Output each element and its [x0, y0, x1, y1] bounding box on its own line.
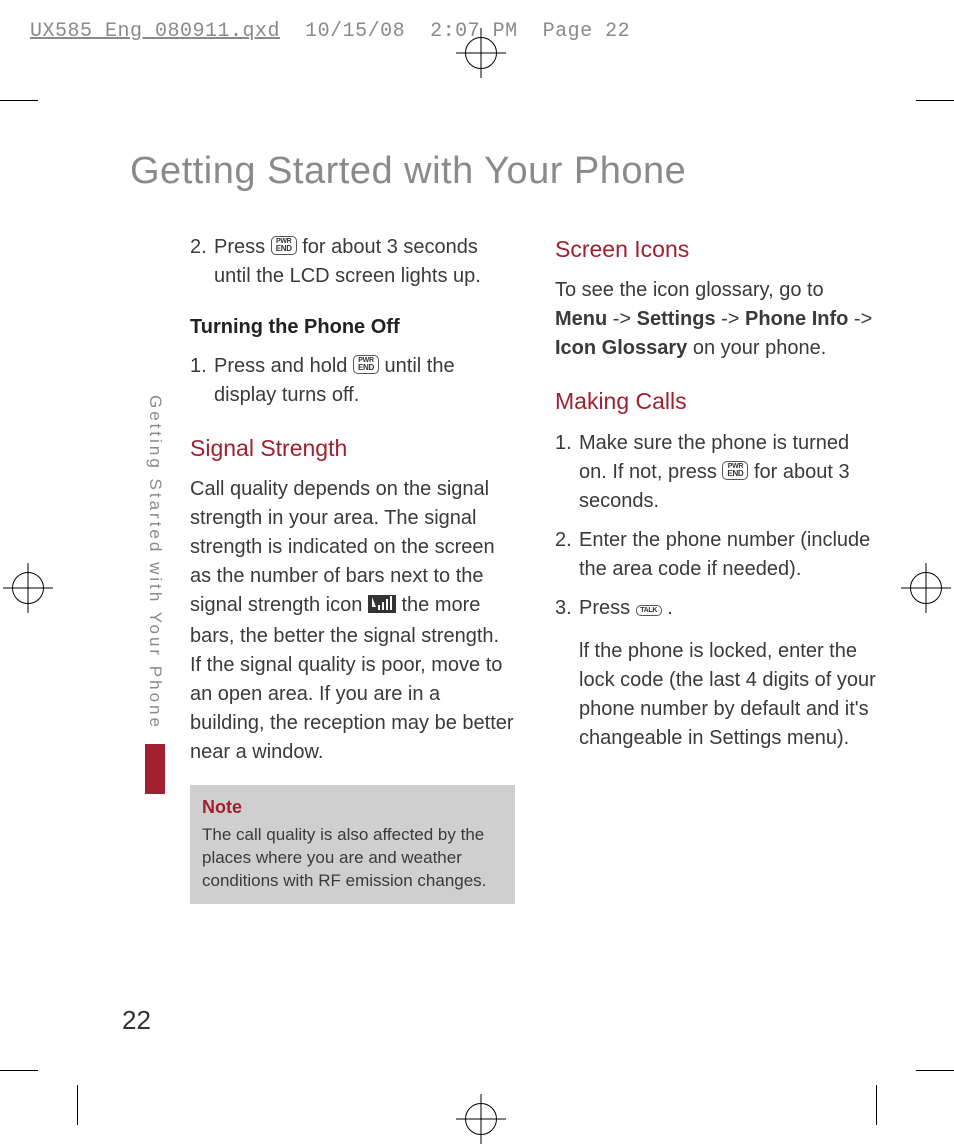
- slug-pagelabel: Page 22: [543, 20, 631, 43]
- signal-strength-paragraph: Call quality depends on the signal stren…: [190, 475, 515, 767]
- left-column: 2. Press PWREND for about 3 seconds unti…: [190, 233, 515, 904]
- crop-mark: [916, 1070, 954, 1071]
- crop-mark: [77, 1085, 78, 1125]
- right-column: Screen Icons To see the icon glossary, g…: [555, 233, 880, 904]
- pwr-end-key-icon: PWREND: [271, 236, 297, 255]
- page-number: 22: [122, 1005, 151, 1036]
- making-calls-step-3: 3. Press TALK .: [555, 594, 880, 623]
- screen-icons-paragraph: To see the icon glossary, go to Menu -> …: [555, 276, 880, 363]
- note-box: Note The call quality is also affected b…: [190, 785, 515, 904]
- power-on-step-2: 2. Press PWREND for about 3 seconds unti…: [190, 233, 515, 291]
- making-calls-heading: Making Calls: [555, 385, 880, 418]
- registration-mark: [465, 1103, 497, 1135]
- note-body: The call quality is also affected by the…: [202, 824, 503, 893]
- registration-mark: [910, 572, 942, 604]
- registration-mark: [465, 37, 497, 69]
- slug-date: 10/15/08: [305, 20, 405, 43]
- print-slug: UX585_Eng_080911.qxd 10/15/08 2:07 PM Pa…: [30, 20, 630, 43]
- talk-key-icon: TALK: [636, 605, 662, 616]
- turning-off-heading: Turning the Phone Off: [190, 313, 515, 342]
- screen-icons-heading: Screen Icons: [555, 233, 880, 266]
- slug-filename: UX585_Eng_080911.qxd: [30, 20, 280, 43]
- signal-bars-icon: [368, 593, 396, 622]
- lock-code-paragraph: lf the phone is locked, enter the lock c…: [579, 637, 880, 753]
- pwr-end-key-icon: PWREND: [722, 461, 748, 480]
- crop-mark: [0, 100, 38, 101]
- signal-strength-heading: Signal Strength: [190, 432, 515, 465]
- registration-mark: [12, 572, 44, 604]
- crop-mark: [876, 1085, 877, 1125]
- pwr-end-key-icon: PWREND: [353, 355, 379, 374]
- crop-mark: [0, 1070, 38, 1071]
- crop-mark: [916, 100, 954, 101]
- page-content: Getting Started with Your Phone 2. Press…: [130, 150, 880, 904]
- page-title: Getting Started with Your Phone: [130, 150, 880, 193]
- making-calls-step-1: 1. Make sure the phone is turned on. If …: [555, 429, 880, 516]
- note-title: Note: [202, 795, 503, 819]
- power-off-step-1: 1. Press and hold PWREND until the displ…: [190, 352, 515, 410]
- making-calls-step-2: 2. Enter the phone number (include the a…: [555, 526, 880, 584]
